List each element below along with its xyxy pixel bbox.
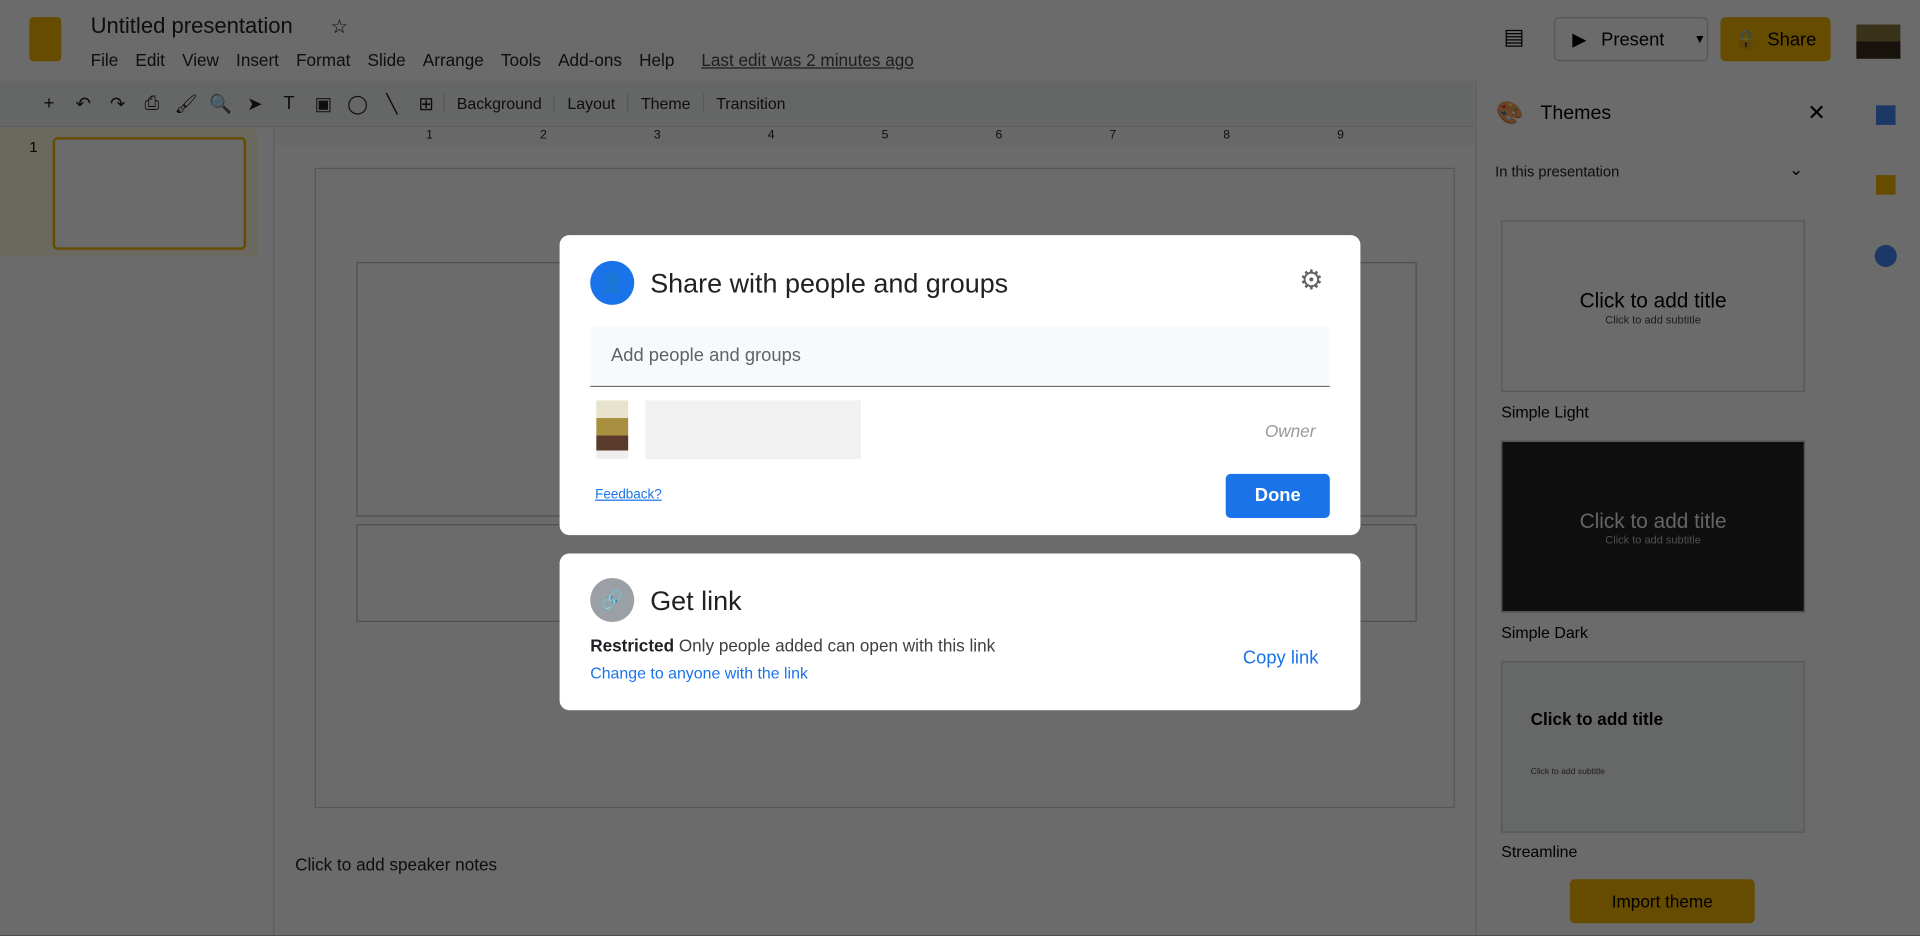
last-edit-link[interactable]: Last edit was 2 minutes ago	[701, 50, 914, 70]
person-add-icon: 👤	[590, 260, 635, 305]
done-button[interactable]: Done	[1225, 473, 1330, 518]
ruler-tick: 8	[1223, 128, 1231, 143]
tasks-icon[interactable]	[1874, 244, 1897, 267]
themes-filter-dropdown[interactable]: In this presentation	[1495, 163, 1619, 180]
theme-preview-subtitle: Click to add subtitle	[1530, 767, 1605, 777]
copy-link-button[interactable]: Copy link	[1243, 648, 1319, 669]
filmstrip: 1	[0, 128, 275, 936]
theme-button[interactable]: Theme	[627, 94, 702, 113]
menu-tools[interactable]: Tools	[501, 50, 541, 70]
menu-addons[interactable]: Add-ons	[558, 50, 622, 70]
restriction-description: Only people added can open with this lin…	[678, 635, 996, 656]
present-label: Present	[1601, 28, 1665, 50]
change-access-link[interactable]: Change to anyone with the link	[590, 664, 808, 682]
menu-format[interactable]: Format	[296, 50, 350, 70]
menu-slide[interactable]: Slide	[368, 50, 406, 70]
speaker-notes[interactable]: Click to add speaker notes	[295, 855, 497, 875]
star-icon[interactable]: ☆	[331, 15, 349, 39]
transition-button[interactable]: Transition	[702, 94, 798, 113]
owner-name-redacted	[645, 400, 861, 460]
owner-avatar	[596, 400, 629, 460]
theme-preview-title: Click to add title	[1530, 708, 1664, 729]
new-slide-icon[interactable]: +	[32, 93, 66, 114]
theme-preview-title: Click to add title	[1579, 288, 1727, 313]
link-icon: 🔗	[590, 577, 635, 623]
share-label: Share	[1767, 28, 1817, 50]
menu-view[interactable]: View	[182, 50, 219, 70]
theme-preview-subtitle: Click to add subtitle	[1605, 533, 1701, 547]
slide-number: 1	[29, 138, 38, 156]
theme-preview-title: Click to add title	[1579, 509, 1727, 533]
theme-name: Simple Light	[1501, 402, 1589, 422]
theme-name: Streamline	[1501, 842, 1578, 861]
slide-thumbnail[interactable]	[52, 137, 247, 250]
keep-icon[interactable]	[1875, 175, 1896, 195]
avatar[interactable]	[1856, 24, 1901, 59]
present-button[interactable]: ▶ Present ▼	[1553, 17, 1709, 62]
share-dialog: 👤 Share with people and groups ⚙ Add peo…	[559, 235, 1361, 536]
ruler-tick: 7	[1109, 128, 1117, 143]
themes-title: Themes	[1540, 102, 1612, 124]
feedback-link[interactable]: Feedback?	[595, 487, 662, 502]
paint-format-icon[interactable]: 🖌	[169, 92, 203, 115]
ruler-tick: 2	[540, 128, 547, 143]
chevron-down-icon[interactable]: ▼	[1694, 32, 1706, 45]
theme-streamline[interactable]: Click to add title Click to add subtitle	[1501, 661, 1805, 833]
ruler: 1 2 3 4 5 6 7 8 9	[274, 128, 1475, 146]
comment-add-icon[interactable]: ⊞	[409, 92, 443, 115]
menu-arrange[interactable]: Arrange	[423, 50, 484, 70]
share-dialog-title: Share with people and groups	[650, 268, 1009, 299]
share-button[interactable]: 🔒 Share	[1720, 17, 1831, 62]
calendar-icon[interactable]	[1875, 105, 1896, 125]
menu-help[interactable]: Help	[639, 50, 674, 70]
ruler-tick: 9	[1337, 128, 1344, 143]
line-icon[interactable]: ╲	[375, 92, 409, 115]
app-window: Untitled presentation ☆ File Edit View I…	[0, 0, 1920, 936]
present-icon: ▶	[1572, 29, 1587, 51]
owner-role: Owner	[1264, 421, 1316, 441]
ruler-tick: 3	[653, 128, 661, 143]
theme-simple-light[interactable]: Click to add title Click to add subtitle	[1501, 220, 1805, 392]
zoom-icon[interactable]: 🔍	[203, 92, 237, 115]
ruler-tick: 6	[995, 128, 1003, 143]
redo-icon[interactable]: ↷	[100, 92, 134, 115]
theme-simple-dark[interactable]: Click to add title Click to add subtitle	[1501, 440, 1805, 613]
layout-button[interactable]: Layout	[553, 94, 628, 113]
toolbar: + ↶ ↷ ⎙ 🖌 🔍 ➤ T ▣ ◯ ╲ ⊞ Background Layou…	[0, 80, 1475, 128]
palette-icon: 🎨	[1496, 100, 1524, 125]
add-people-input[interactable]: Add people and groups	[590, 325, 1330, 387]
ruler-tick: 1	[426, 128, 433, 143]
doc-title[interactable]: Untitled presentation	[91, 13, 293, 39]
menu-edit[interactable]: Edit	[135, 50, 165, 70]
ruler-tick: 4	[767, 128, 775, 143]
background-button[interactable]: Background	[443, 94, 554, 113]
slides-logo-icon[interactable]	[29, 17, 62, 62]
import-theme-button[interactable]: Import theme	[1569, 879, 1755, 924]
comments-icon[interactable]: ▤	[1504, 24, 1525, 50]
undo-icon[interactable]: ↶	[66, 92, 100, 115]
textbox-icon[interactable]: T	[272, 93, 306, 114]
chevron-down-icon[interactable]: ⌄	[1789, 159, 1803, 180]
print-icon[interactable]: ⎙	[135, 93, 169, 114]
menu-insert[interactable]: Insert	[236, 50, 279, 70]
get-link-dialog: 🔗 Get link Restricted Only people added …	[559, 553, 1361, 711]
get-link-title: Get link	[650, 585, 742, 616]
shape-icon[interactable]: ◯	[340, 92, 374, 115]
settings-gear-icon[interactable]: ⚙	[1299, 264, 1323, 296]
link-restriction-text: Restricted Only people added can open wi…	[590, 636, 995, 656]
ruler-tick: 5	[881, 128, 889, 143]
image-icon[interactable]: ▣	[306, 92, 340, 115]
lock-icon: 🔒	[1734, 29, 1758, 51]
menu-bar: File Edit View Insert Format Slide Arran…	[91, 50, 931, 70]
theme-name: Simple Dark	[1501, 623, 1588, 642]
close-icon[interactable]: ✕	[1807, 100, 1825, 126]
select-icon[interactable]: ➤	[238, 92, 272, 115]
restriction-label: Restricted	[590, 635, 675, 656]
menu-file[interactable]: File	[91, 50, 119, 70]
theme-preview-subtitle: Click to add subtitle	[1605, 313, 1701, 326]
